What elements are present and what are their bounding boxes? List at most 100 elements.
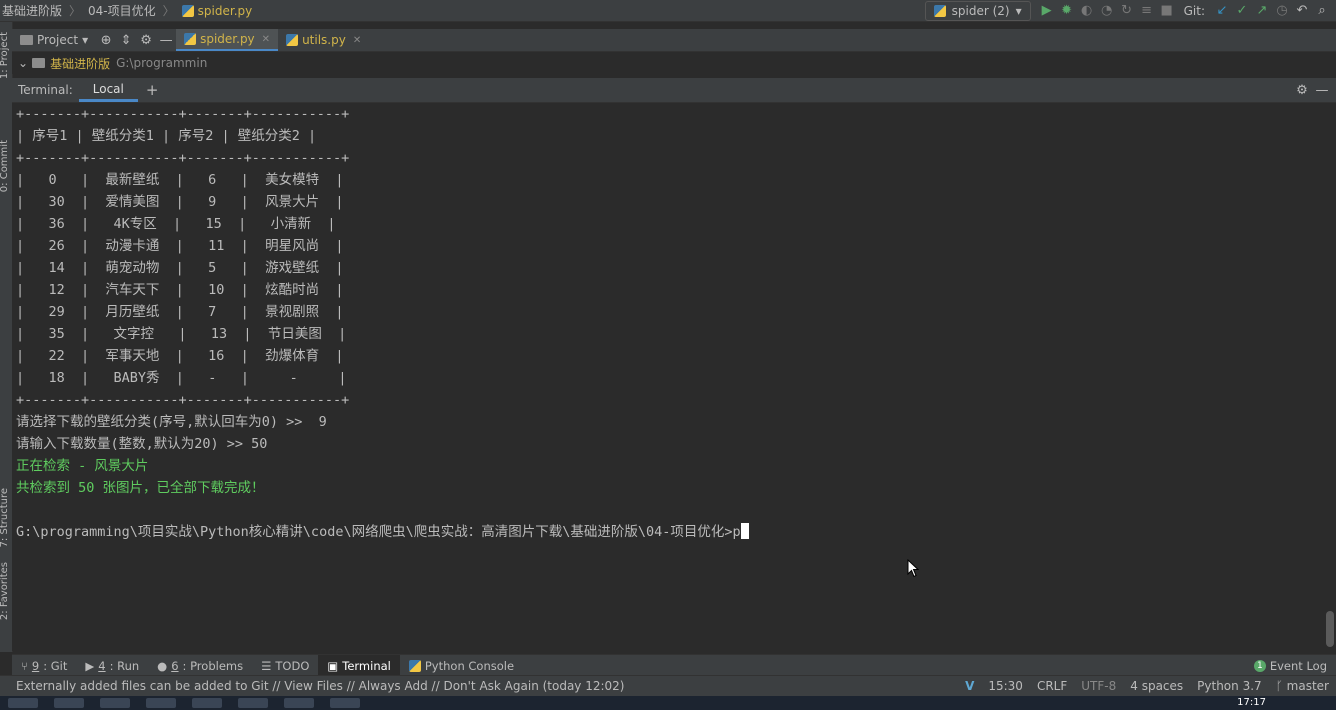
- terminal-line: | 22 | 军事天地 | 16 | 劲爆体育 |: [16, 348, 344, 364]
- taskbar-app[interactable]: [284, 698, 314, 708]
- line-separator[interactable]: CRLF: [1030, 679, 1074, 693]
- tab-utils[interactable]: utils.py ✕: [278, 29, 369, 51]
- gear-icon[interactable]: ⚙: [136, 31, 156, 49]
- event-log-label: Event Log: [1269, 658, 1327, 673]
- folder-icon: [32, 58, 46, 68]
- python-interpreter[interactable]: Python 3.7: [1190, 679, 1269, 693]
- tree-root-label[interactable]: 基础进阶版: [45, 55, 110, 72]
- git-label: Git:: [1183, 3, 1205, 18]
- git-branch[interactable]: ᚴ master: [1269, 679, 1336, 693]
- terminal-input[interactable]: p: [732, 524, 740, 540]
- tool-run[interactable]: ▶ 4: Run: [76, 655, 148, 676]
- run-config-dropdown[interactable]: spider (2) ▾: [924, 0, 1031, 21]
- python-file-icon: [286, 34, 299, 46]
- terminal-line: | 26 | 动漫卡通 | 11 | 明星风尚 |: [16, 238, 344, 254]
- gear-icon[interactable]: ⚙: [1292, 81, 1312, 99]
- git-push-icon[interactable]: ↗: [1252, 2, 1272, 20]
- project-panel-header: Project ▾ ⊕ ⇕ ⚙ — spider.py ✕ utils.py ✕: [12, 29, 1336, 52]
- project-tree: ⌄ 基础进阶版 G:\programmin: [12, 52, 1336, 74]
- run-icon[interactable]: ▶: [1037, 2, 1057, 20]
- breadcrumb-file-label: spider.py: [197, 3, 253, 18]
- terminal-line: | 12 | 汽车天下 | 10 | 炫酷时尚 |: [16, 282, 344, 298]
- taskbar-app[interactable]: [192, 698, 222, 708]
- project-view-dropdown[interactable]: Project ▾: [12, 29, 96, 51]
- commit-tool-button[interactable]: 0: Commit: [0, 140, 10, 192]
- tool-problems-num: 6: [171, 658, 179, 673]
- hide-icon[interactable]: —: [1312, 81, 1332, 99]
- favorites-tool-button[interactable]: 2: Favorites: [0, 562, 10, 620]
- taskbar-app[interactable]: [330, 698, 360, 708]
- chevron-down-icon: ▾: [82, 33, 89, 47]
- git-branch-label: master: [1286, 679, 1329, 693]
- branch-icon: ᚴ: [1275, 679, 1287, 693]
- breadcrumb-file[interactable]: spider.py: [180, 4, 255, 18]
- terminal-scrollbar[interactable]: [1324, 103, 1336, 651]
- rerun-icon[interactable]: ↻: [1117, 2, 1137, 20]
- coverage-icon[interactable]: ◐: [1077, 2, 1097, 20]
- terminal-line: | 29 | 月历壁纸 | 7 | 景视剧照 |: [16, 304, 344, 320]
- git-update-icon[interactable]: ↙: [1212, 2, 1232, 20]
- event-count-badge: 1: [1253, 659, 1266, 672]
- tool-git[interactable]: ⑂ 9: Git: [12, 655, 76, 676]
- os-taskbar: 17:17: [0, 696, 1336, 710]
- terminal-icon: ▣: [327, 658, 339, 673]
- terminal-prompt-line[interactable]: G:\programming\项目实战\Python核心精讲\code\网络爬虫…: [12, 521, 1324, 543]
- debug-icon[interactable]: ✹: [1057, 2, 1077, 20]
- project-tool-button[interactable]: 1: Project: [0, 32, 10, 79]
- close-icon[interactable]: ✕: [353, 35, 361, 46]
- breadcrumb-folder[interactable]: 04-项目优化: [86, 2, 158, 19]
- todo-icon: ☰: [261, 658, 272, 673]
- chevron-down-icon[interactable]: ⌄: [12, 56, 32, 70]
- tool-terminal-label: Terminal: [342, 658, 391, 673]
- terminal-line: +-------+-----------+-------+-----------…: [16, 392, 350, 408]
- scrollbar-thumb[interactable]: [1326, 611, 1334, 647]
- structure-tool-button[interactable]: 7: Structure: [0, 488, 10, 547]
- tool-terminal[interactable]: ▣ Terminal: [318, 655, 400, 676]
- profile-icon[interactable]: ◔: [1097, 2, 1117, 20]
- folder-icon: [20, 35, 33, 45]
- taskbar-app[interactable]: [54, 698, 84, 708]
- close-icon[interactable]: ✕: [262, 34, 270, 45]
- breadcrumb-project[interactable]: 基础进阶版: [0, 2, 64, 19]
- vcs-icon[interactable]: V: [958, 679, 981, 693]
- terminal-line: | 35 | 文字控 | 13 | 节日美图 |: [16, 326, 347, 342]
- taskbar-app[interactable]: [146, 698, 176, 708]
- breadcrumb-folder-label: 04-项目优化: [88, 4, 156, 18]
- caret-position[interactable]: 15:30: [981, 679, 1030, 693]
- terminal-output[interactable]: +-------+-----------+-------+-----------…: [12, 103, 1324, 651]
- build-icon[interactable]: ≡: [1137, 2, 1157, 20]
- search-icon[interactable]: ⌕: [1312, 2, 1332, 20]
- breadcrumb-separator: 〉: [162, 4, 175, 18]
- terminal-line: 请选择下载的壁纸分类(序号,默认回车为0) >> 9: [16, 414, 327, 430]
- taskbar-app[interactable]: [238, 698, 268, 708]
- tool-problems-label: : Problems: [182, 658, 244, 673]
- chevron-down-icon: ▾: [1015, 3, 1022, 18]
- terminal-line: | 18 | BABY秀 | - | - |: [16, 370, 347, 386]
- collapse-icon[interactable]: ⇕: [116, 31, 136, 49]
- hide-icon[interactable]: —: [156, 31, 176, 49]
- navigation-bar: 基础进阶版 〉 04-项目优化 〉 spider.py spider (2) ▾…: [0, 0, 1336, 22]
- terminal-header: Terminal: Local + ⚙ —: [12, 78, 1336, 103]
- tab-local-terminal[interactable]: Local: [78, 78, 138, 102]
- event-log-button[interactable]: 1 Event Log: [1245, 655, 1336, 676]
- python-icon: [933, 4, 946, 17]
- text-cursor: [740, 523, 749, 539]
- tool-todo[interactable]: ☰ TODO: [252, 655, 318, 676]
- python-file-icon: [184, 33, 197, 45]
- git-commit-icon[interactable]: ✓: [1232, 2, 1252, 20]
- locate-icon[interactable]: ⊕: [96, 31, 116, 49]
- tool-problems[interactable]: ● 6: Problems: [148, 655, 252, 676]
- tool-python-console[interactable]: Python Console: [400, 655, 523, 676]
- terminal-line: | 序号1 | 壁纸分类1 | 序号2 | 壁纸分类2 |: [16, 128, 317, 144]
- file-encoding[interactable]: UTF-8: [1074, 679, 1123, 693]
- tab-spider-label: spider.py: [200, 32, 255, 46]
- taskbar-app[interactable]: [100, 698, 130, 708]
- git-history-icon[interactable]: ◷: [1272, 2, 1292, 20]
- rollback-icon[interactable]: ↶: [1292, 2, 1312, 20]
- add-terminal-button[interactable]: +: [138, 81, 167, 99]
- taskbar-app[interactable]: [8, 698, 38, 708]
- indent-setting[interactable]: 4 spaces: [1123, 679, 1190, 693]
- status-message[interactable]: Externally added files can be added to G…: [0, 679, 632, 693]
- stop-icon[interactable]: ■: [1157, 2, 1177, 20]
- tab-spider[interactable]: spider.py ✕: [176, 29, 279, 51]
